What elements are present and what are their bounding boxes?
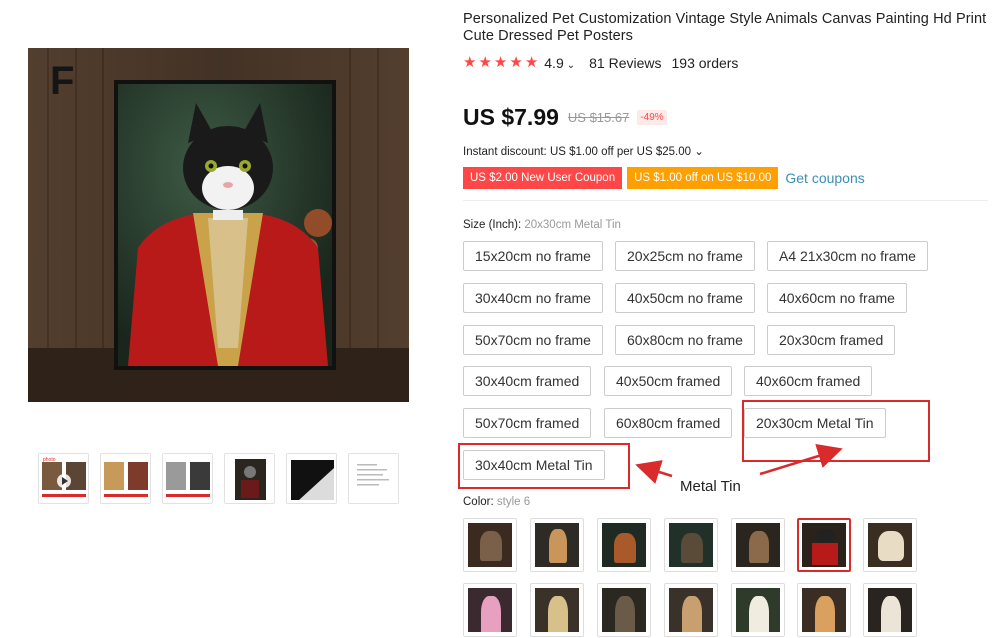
new-user-coupon[interactable]: US $2.00 New User Coupon [463,167,623,189]
size-label-text: Size (Inch): [463,219,522,231]
size-option[interactable]: 15x20cm no frame [463,241,603,271]
size-option[interactable]: 30x40cm Metal Tin [463,450,605,480]
size-label: Size (Inch): 20x30cm Metal Tin [463,219,621,231]
color-swatch[interactable] [530,583,584,637]
chevron-down-icon: ⌄ [566,60,576,71]
size-option[interactable]: 40x50cm no frame [615,283,755,313]
size-option[interactable]: 50x70cm no frame [463,325,603,355]
color-selected-value: style 6 [496,496,531,508]
orders-count: 193 orders [671,55,739,71]
size-option[interactable]: 50x70cm framed [463,408,592,438]
size-option[interactable]: 40x60cm framed [744,366,873,396]
current-price: US $7.99 [463,104,559,130]
color-swatch[interactable] [530,518,584,572]
color-label-text: Color: [463,496,494,508]
rating-stars: ★ ★ ★ ★ ★ [463,55,538,71]
thumbnail-5[interactable] [286,453,337,504]
size-option[interactable]: 20x25cm no frame [615,241,755,271]
arrow-right [759,443,843,476]
size-option[interactable]: 60x80cm framed [604,408,733,438]
star-icon: ★ [493,54,508,71]
color-swatch[interactable] [731,518,785,572]
divider [463,200,988,201]
star-icon: ★ [478,54,492,71]
size-option-selected[interactable]: 20x30cm Metal Tin [744,408,886,438]
star-icon: ★ [463,54,477,71]
original-price: US $15.67 [567,110,630,125]
thumbnail-2[interactable] [100,453,151,504]
annotation-label: Metal Tin [680,478,741,495]
rating-row: ★ ★ ★ ★ ★ 4.9 ⌄ 81 Reviews 193 orders [463,55,739,72]
thumbnail-6[interactable] [348,453,399,504]
size-option[interactable]: 40x50cm framed [604,366,733,396]
price-row: US $7.99 US $15.67 -49% [463,104,667,131]
size-option[interactable]: 60x80cm no frame [615,325,755,355]
arrow-left [635,460,673,484]
color-swatch[interactable] [597,518,651,572]
color-swatch[interactable] [597,583,651,637]
size-selected-value: 20x30cm Metal Tin [524,219,621,231]
wall-letter: F [50,59,74,103]
color-swatch[interactable] [731,583,785,637]
size-option[interactable]: 30x40cm no frame [463,283,603,313]
color-label: Color: style 6 [463,496,530,508]
rating-value-dropdown[interactable]: 4.9 ⌄ [544,55,575,71]
thumbnail-3[interactable] [162,453,213,504]
thumbnail-4[interactable] [224,453,275,504]
color-swatch[interactable] [463,583,517,637]
discount-coupon[interactable]: US $1.00 off on US $10.00 [627,167,779,189]
color-swatch[interactable] [463,518,517,572]
color-swatch[interactable] [863,583,917,637]
instant-discount[interactable]: Instant discount: US $1.00 off per US $2… [463,144,704,158]
svg-text:photo: photo [43,457,56,463]
product-title: Personalized Pet Customization Vintage S… [463,11,987,44]
color-swatch[interactable] [797,583,851,637]
color-swatch[interactable] [664,518,718,572]
size-option[interactable]: A4 21x30cm no frame [767,241,928,271]
star-icon: ★ [524,54,539,71]
size-option[interactable]: 20x30cm framed [767,325,896,355]
discount-badge: -49% [637,110,667,125]
coupon-row: US $2.00 New User Coupon US $1.00 off on… [463,167,865,189]
color-swatch[interactable] [863,518,917,572]
color-swatch[interactable] [664,583,718,637]
reviews-link[interactable]: 81 Reviews [589,55,661,71]
star-icon: ★ [509,54,523,71]
rating-value: 4.9 [544,55,564,71]
thumbnail-strip: photo [38,453,399,504]
thumbnail-video[interactable]: photo [38,453,89,504]
get-coupons-link[interactable]: Get coupons [785,170,864,186]
main-product-image[interactable]: F [28,48,409,402]
size-option[interactable]: 40x60cm no frame [767,283,907,313]
size-option[interactable]: 30x40cm framed [463,366,592,396]
color-swatch-selected[interactable] [797,518,851,572]
